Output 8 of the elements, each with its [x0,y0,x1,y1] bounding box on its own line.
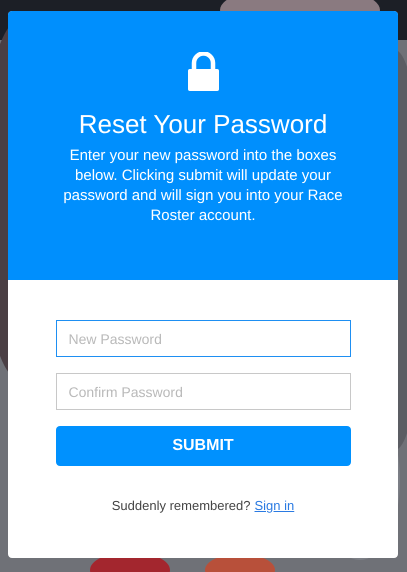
password-field[interactable]: Confirm Password [56,373,350,410]
password-field[interactable]: New Password [56,320,350,357]
sign-in-link[interactable]: Sign in [254,498,294,513]
lock-icon [186,52,220,92]
description: Enter your new password into the boxes below. Clicking submit will update your password and will sign you into your Race Roster account. [62,146,344,226]
title: Reset Your Password [78,109,328,139]
footer-text: Suddenly remembered? [112,498,250,513]
submit-button[interactable]: SUBMIT [56,426,350,466]
